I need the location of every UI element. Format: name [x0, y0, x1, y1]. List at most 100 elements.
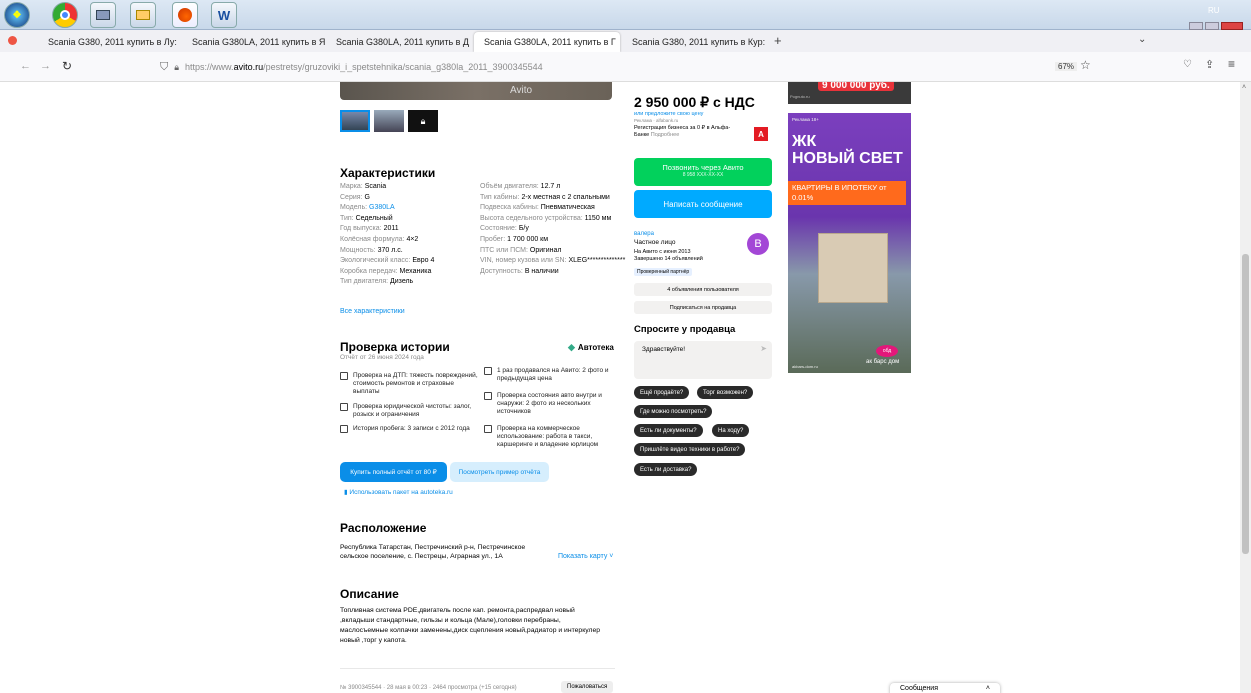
word-icon[interactable]: W — [211, 2, 237, 28]
question-chip[interactable]: Есть ли доставка? — [634, 463, 698, 476]
taxi-icon — [484, 425, 492, 433]
question-chip[interactable]: Торг возможен? — [697, 386, 754, 399]
spec-value: 2-х местная с 2 спальными — [521, 193, 610, 201]
pocket-icon[interactable]: ♡ — [1183, 59, 1192, 70]
spec-key: Марка: — [340, 183, 363, 190]
seller-listings-button[interactable]: 4 объявления пользователя — [634, 283, 772, 296]
main-photo[interactable]: Avito — [340, 82, 612, 100]
report-button[interactable]: Пожаловаться — [561, 681, 614, 693]
subscribe-seller-button[interactable]: Подписаться на продавца — [634, 301, 772, 314]
spec-key: Мощность: — [340, 246, 376, 254]
menu-icon[interactable]: ≡ — [1228, 57, 1235, 71]
top-banner-ad[interactable]: 9 000 000 руб. Pognuto.ru — [788, 82, 911, 104]
spec-value: 2011 — [383, 225, 399, 233]
question-chip[interactable]: Где можно посмотреть? — [634, 405, 713, 418]
more-photos-lock-icon[interactable]: 🔒︎ — [408, 110, 438, 132]
send-icon[interactable]: ➤ — [760, 344, 767, 353]
new-tab-icon[interactable]: + — [774, 33, 782, 48]
alfabank-logo: А — [754, 127, 768, 141]
alfa-ad[interactable]: Регистрация бизнеса за 0 ₽ в Альфа-Банке… — [634, 125, 739, 139]
spec-row: Высота седельного устройства: 1150 мм — [480, 215, 611, 222]
spec-key: Экологический класс: — [340, 257, 411, 265]
firefox-icon[interactable] — [172, 2, 198, 28]
spec-value: Евро 4 — [412, 257, 435, 265]
seller-name[interactable]: валера — [634, 231, 654, 237]
start-button-icon[interactable]: ❖ — [4, 2, 30, 28]
tab-2[interactable]: Scania G380LA, 2011 купить в Я✕ — [182, 32, 326, 52]
scroll-up-icon[interactable]: ˄ — [1242, 84, 1246, 91]
chrome-icon[interactable] — [52, 2, 78, 28]
show-map-link[interactable]: Показать карту ˅ — [558, 553, 613, 560]
spec-row: VIN, номер кузова или SN: XLEG**********… — [480, 257, 625, 264]
zoom-level[interactable]: 67% — [1055, 62, 1078, 71]
autoteka-diamond-icon: ◆ — [568, 342, 575, 352]
spec-value: В наличии — [524, 267, 559, 275]
specs-title: Характеристики — [340, 166, 436, 180]
question-chip[interactable]: Пришлёте видео техники в работе? — [634, 443, 746, 456]
tab-1[interactable]: Scania G380, 2011 купить в Лу:✕ — [38, 32, 182, 52]
address-bar[interactable]: ⛉ 🔒︎ https://www.avito.ru/pestretsy/gruz… — [160, 57, 1100, 77]
spec-row: Доступность: В наличии — [480, 268, 559, 275]
sample-report-button[interactable]: Посмотреть пример отчёта — [450, 462, 549, 482]
akbars-banner-ad[interactable]: Реклама 18+ ЖК НОВЫЙ СВЕТ КВАРТИРЫ В ИПОТ… — [788, 113, 911, 373]
scrollbar-thumb[interactable] — [1242, 254, 1249, 554]
firefox-view-icon[interactable] — [8, 36, 17, 45]
spec-key: Коробка передач: — [340, 267, 398, 275]
url-text[interactable]: https://www.avito.ru/pestretsy/gruzoviki… — [185, 62, 543, 72]
folder-icon[interactable] — [130, 2, 156, 28]
close-icon[interactable] — [1221, 22, 1243, 30]
spec-row: Серия: G — [340, 194, 370, 201]
camera-icon — [484, 392, 492, 400]
question-chip[interactable]: На ходу? — [712, 424, 750, 437]
forward-icon[interactable]: → — [40, 60, 51, 72]
seller-avatar[interactable]: В — [747, 233, 769, 255]
shield-icon[interactable]: ⛉ — [160, 61, 168, 74]
buy-report-button[interactable]: Купить полный отчёт от 80 ₽ — [340, 462, 447, 482]
call-button[interactable]: Позвонить через Авито 8 958 XXX-XX-XX — [634, 158, 772, 186]
spec-key: Высота седельного устройства: — [480, 214, 583, 222]
spec-row: Коробка передач: Механика — [340, 268, 431, 275]
car-crash-icon — [340, 372, 348, 380]
spec-row: Тип кабины: 2-х местная с 2 спальными — [480, 194, 610, 201]
page-scrollbar[interactable]: ˄ — [1240, 82, 1251, 693]
tab-4-active[interactable]: Scania G380LA, 2011 купить в Г✕ — [474, 32, 620, 52]
tab-5[interactable]: Scania G380, 2011 купить в Кур:✕ — [622, 32, 766, 52]
spec-row: Подвеска кабины: Пневматическая — [480, 204, 595, 211]
question-chip[interactable]: Есть ли документы? — [634, 424, 703, 437]
seller-type: Частное лицо — [634, 239, 676, 246]
tab-list-chevron-icon[interactable]: ⌄ — [1138, 34, 1146, 45]
autoteka-package-link[interactable]: ▮ Использовать пакет на autoteka.ru — [344, 488, 453, 496]
messages-widget[interactable]: Сообщения ˄ — [890, 683, 1000, 693]
lock-icon[interactable]: 🔒︎ — [174, 62, 179, 73]
share-icon[interactable]: ⇪ — [1205, 58, 1214, 71]
back-icon[interactable]: ← — [20, 60, 31, 72]
spec-key: Модель: — [340, 204, 368, 212]
ask-input[interactable]: Здравствуйте! ➤ — [634, 341, 772, 379]
spec-value: G380LA — [369, 204, 395, 212]
all-specs-link[interactable]: Все характеристики — [340, 308, 405, 315]
thumbnail-2[interactable] — [374, 110, 404, 132]
thumbnail-1[interactable] — [340, 110, 370, 132]
explorer-icon[interactable] — [90, 2, 116, 28]
history-title: Проверка истории — [340, 340, 450, 354]
language-indicator[interactable]: RU — [1208, 6, 1220, 15]
spec-value: 4×2 — [406, 236, 419, 243]
history-item: 1 раз продавался на Авито: 2 фото и пред… — [484, 367, 622, 383]
spec-value: Пневматическая — [540, 204, 595, 212]
offer-price-link[interactable]: или предложите свою цену — [634, 111, 703, 117]
banner-tag: обд — [876, 345, 898, 357]
spec-key: Тип кабины: — [480, 193, 520, 201]
bookmark-star-icon[interactable]: ☆ — [1080, 58, 1091, 72]
write-message-button[interactable]: Написать сообщение — [634, 190, 772, 218]
spec-row: Модель: G380LA — [340, 204, 395, 211]
tab-3[interactable]: Scania G380LA, 2011 купить в Д✕ — [326, 32, 470, 52]
ask-seller-title: Спросите у продавца — [634, 324, 736, 335]
browser-tab-bar: Scania G380, 2011 купить в Лу:✕ Scania G… — [0, 30, 1251, 52]
spec-row: Марка: Scania — [340, 183, 386, 190]
minimize-icon[interactable] — [1189, 22, 1203, 30]
reload-icon[interactable]: ↻ — [62, 59, 72, 73]
spec-value: Механика — [399, 267, 432, 275]
browser-nav-bar: ← → ↻ ⛉ 🔒︎ https://www.avito.ru/pestrets… — [0, 52, 1251, 82]
question-chip[interactable]: Ещё продаёте? — [634, 386, 690, 399]
maximize-icon[interactable] — [1205, 22, 1219, 30]
